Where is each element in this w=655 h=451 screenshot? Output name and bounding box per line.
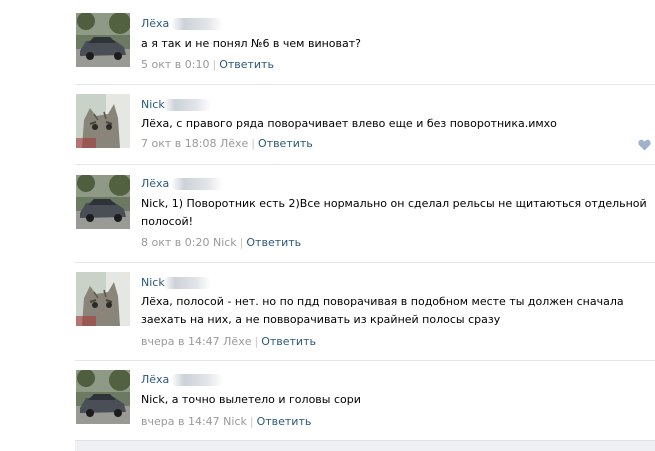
reply-to[interactable]: Лёхе [223,335,251,348]
comment-item: Лёха а я так и не понял №6 в чем виноват… [0,0,655,86]
comment-meta: 7 окт в 18:08 Лёхе | Ответить [141,137,313,151]
reply-link[interactable]: Ответить [261,335,316,348]
avatar[interactable] [76,13,130,67]
divider [75,360,655,361]
reply-link[interactable]: Ответить [219,58,274,71]
heart-icon[interactable] [638,139,651,151]
car-avatar-image [76,13,130,67]
car-avatar-image [76,175,130,229]
comment-author[interactable]: Лёха [141,373,169,387]
comment-time: 7 окт в 18:08 [141,137,217,150]
meta-divider: | [249,415,254,428]
reply-to[interactable]: Nick [213,236,237,249]
comment-item: Nick Лёха, с правого ряда поворачивает в… [0,86,655,164]
comment-author[interactable]: Лёха [141,177,169,191]
divider [75,164,655,165]
comment-text: Лёха, с правого ряда поворачивает влево … [141,117,557,130]
reply-to[interactable]: Nick [223,415,247,428]
divider [75,84,655,85]
meta-divider: | [239,236,244,249]
reply-link[interactable]: Ответить [258,137,313,150]
reply-to[interactable]: Лёхе [220,137,248,150]
comment-author[interactable]: Nick [141,276,165,290]
avatar[interactable] [76,175,130,229]
comment-author[interactable]: Nick [141,98,165,112]
meta-divider: | [251,137,255,150]
comment-meta: вчера в 14:47 Nick | Ответить [141,415,311,429]
car-avatar-image [76,370,130,424]
comment-time: 8 окт в 0:20 [141,236,210,249]
cat-avatar-image [76,94,130,148]
comment-item: Nick Лёха, полосой - нет. но по пдд пово… [0,264,655,360]
avatar[interactable] [76,370,130,424]
comment-author[interactable]: Лёха [141,17,169,31]
comment-text: Nick, а точно вылетело и головы сори [141,393,361,406]
comment-item: Лёха Nick, 1) Поворотник есть 2)Все норм… [0,166,655,262]
divider [75,262,655,263]
author-surname-blurred [171,18,223,30]
author-surname-blurred [163,277,211,289]
author-surname-blurred [171,178,223,190]
comment-text: Nick, 1) Поворотник есть 2)Все нормально… [141,197,647,228]
comment-time: вчера в 14:47 [141,415,220,428]
avatar[interactable] [76,272,130,326]
author-surname-blurred [171,374,223,386]
comment-text: а я так и не понял №6 в чем виноват? [141,37,361,50]
reply-link[interactable]: Ответить [246,236,301,249]
comment-meta: 8 окт в 0:20 Nick | Ответить [141,236,301,250]
avatar[interactable] [76,94,130,148]
comment-meta: 5 окт в 0:10 | Ответить [141,58,274,72]
reply-link[interactable]: Ответить [257,415,312,428]
cat-avatar-image [76,272,130,326]
bottom-scroll-bar[interactable] [75,440,655,451]
meta-divider: | [254,335,259,348]
meta-divider: | [212,58,217,71]
comment-time: вчера в 14:47 [141,335,220,348]
comment-item: Лёха Nick, а точно вылетело и головы сор… [0,362,655,440]
author-surname-blurred [163,99,211,111]
comment-time: 5 окт в 0:10 [141,58,210,71]
comment-meta: вчера в 14:47 Лёхе | Ответить [141,335,316,349]
comment-text: Лёха, полосой - нет. но по пдд поворачив… [141,295,624,326]
